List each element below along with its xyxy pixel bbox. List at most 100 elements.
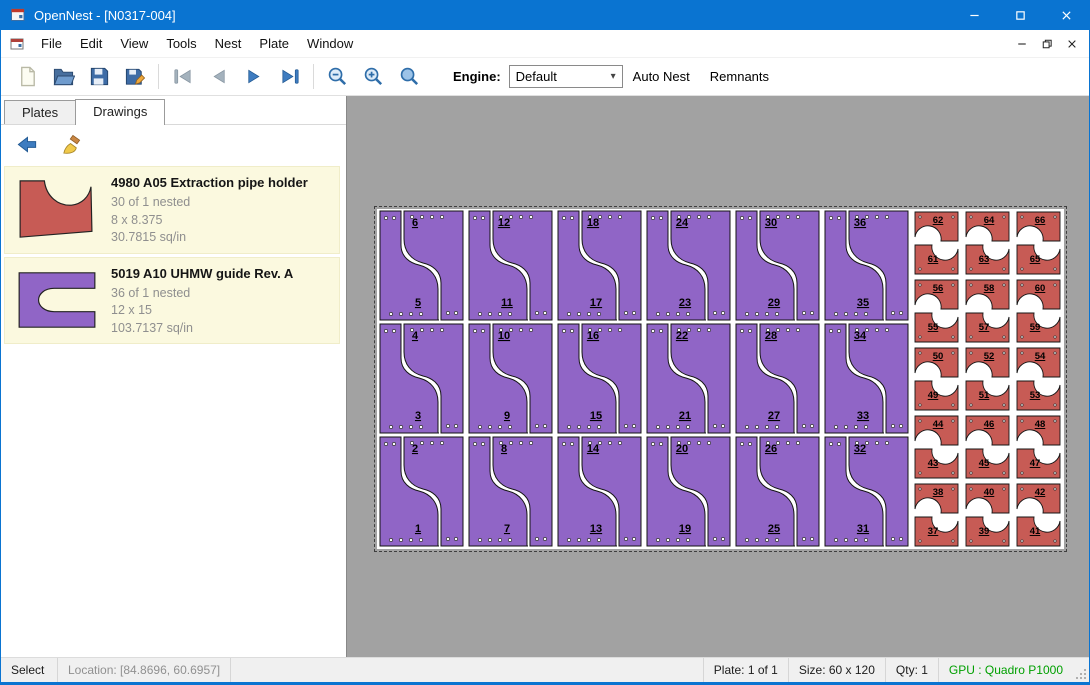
nest-pair-purple[interactable]: 109 (466, 322, 555, 435)
nest-pair-red[interactable]: 6261 (911, 209, 962, 277)
save-button[interactable] (81, 62, 117, 92)
drill-hole (740, 216, 743, 219)
part-number: 51 (979, 390, 990, 401)
nest-pair-red[interactable]: 6463 (962, 209, 1013, 277)
auto-nest-button[interactable]: Auto Nest (633, 69, 690, 84)
new-button[interactable] (9, 62, 45, 92)
drill-hole (952, 420, 954, 422)
drill-hole (786, 328, 789, 331)
nest-pair-purple[interactable]: 3029 (733, 209, 822, 322)
nest-pair-purple[interactable]: 1817 (555, 209, 644, 322)
menu-item-nest[interactable]: Nest (206, 31, 251, 56)
drill-hole (659, 442, 662, 445)
drill-hole (899, 424, 902, 427)
mdi-minimize-button[interactable] (1009, 33, 1034, 55)
minimize-button[interactable] (951, 0, 997, 30)
nest-pair-purple[interactable]: 2827 (733, 322, 822, 435)
nest-pair-purple[interactable]: 43 (377, 322, 466, 435)
nest-pair-purple[interactable]: 1211 (466, 209, 555, 322)
nav-first-button[interactable] (164, 62, 200, 92)
nest-pair-purple[interactable]: 87 (466, 435, 555, 548)
nest-pair-red[interactable]: 4645 (962, 413, 1013, 481)
nest-pair-purple[interactable]: 2221 (644, 322, 733, 435)
tab-drawings[interactable]: Drawings (75, 99, 165, 125)
drill-hole (786, 215, 789, 218)
nest-pair-red[interactable]: 4443 (911, 413, 962, 481)
part-number: 34 (854, 330, 867, 342)
menu-item-window[interactable]: Window (298, 31, 362, 56)
nest-pair-red[interactable]: 6059 (1013, 277, 1064, 345)
open-button[interactable] (45, 62, 81, 92)
drill-hole (829, 442, 832, 445)
menu-item-view[interactable]: View (111, 31, 157, 56)
menu-item-edit[interactable]: Edit (71, 31, 111, 56)
part-number: 43 (928, 458, 939, 469)
nest-pair-red[interactable]: 3837 (911, 481, 962, 549)
zoom-fit-button[interactable] (391, 62, 427, 92)
tab-plates[interactable]: Plates (4, 100, 76, 124)
drill-hole (1054, 472, 1056, 474)
nest-pair-purple[interactable]: 65 (377, 209, 466, 322)
back-button[interactable] (9, 129, 45, 159)
menu-item-file[interactable]: File (32, 31, 71, 56)
drawing-item[interactable]: 5019 A10 UHMW guide Rev. A 36 of 1 neste… (4, 257, 340, 345)
plate[interactable]: 6512111817242330293635431091615222128273… (377, 209, 1064, 549)
part-number: 41 (1030, 526, 1041, 537)
drill-hole (970, 472, 972, 474)
engine-select[interactable]: Default ▾ (509, 65, 623, 88)
nest-pair-purple[interactable]: 21 (377, 435, 466, 548)
part-number: 65 (1030, 254, 1041, 265)
drill-hole (885, 441, 888, 444)
nest-pair-purple[interactable]: 2625 (733, 435, 822, 548)
drill-hole (632, 311, 635, 314)
nest-canvas[interactable]: 6512111817242330293635431091615222128273… (347, 96, 1089, 657)
zoom-out-button[interactable] (319, 62, 355, 92)
title-bar[interactable]: OpenNest - [N0317-004] (1, 0, 1089, 30)
nest-pair-purple[interactable]: 2423 (644, 209, 733, 322)
drill-hole (1003, 404, 1005, 406)
drill-hole (1003, 352, 1005, 354)
nest-pair-purple[interactable]: 2019 (644, 435, 733, 548)
nest-pair-red[interactable]: 4039 (962, 481, 1013, 549)
part-number: 60 (1035, 283, 1046, 294)
nest-pair-red[interactable]: 5655 (911, 277, 962, 345)
save-as-button[interactable] (117, 62, 153, 92)
drill-hole (656, 312, 659, 315)
remnants-button[interactable]: Remnants (710, 69, 769, 84)
broom-icon (60, 133, 83, 156)
nest-pair-purple[interactable]: 1413 (555, 435, 644, 548)
drill-hole (834, 312, 837, 315)
nest-pair-red[interactable]: 4847 (1013, 413, 1064, 481)
mdi-close-button[interactable] (1059, 33, 1084, 55)
nav-last-button[interactable] (272, 62, 308, 92)
drill-hole (952, 352, 954, 354)
nest-pair-purple[interactable]: 1615 (555, 322, 644, 435)
engine-value: Default (516, 69, 557, 84)
close-button[interactable] (1043, 0, 1089, 30)
nest-pair-purple[interactable]: 3231 (822, 435, 911, 548)
drill-hole (713, 424, 716, 427)
nest-pair-red[interactable]: 4241 (1013, 481, 1064, 549)
nest-pair-red[interactable]: 5453 (1013, 345, 1064, 413)
zoom-in-button[interactable] (355, 62, 391, 92)
clean-button[interactable] (53, 129, 89, 159)
part-number: 27 (768, 410, 780, 422)
nest-pair-purple[interactable]: 3635 (822, 209, 911, 322)
drawing-item[interactable]: 4980 A05 Extraction pipe holder 30 of 1 … (4, 166, 340, 254)
menu-item-tools[interactable]: Tools (157, 31, 205, 56)
drill-hole (810, 311, 813, 314)
nest-pair-red[interactable]: 5857 (962, 277, 1013, 345)
nest-pair-red[interactable]: 6665 (1013, 209, 1064, 277)
resize-grip[interactable] (1073, 658, 1089, 682)
drill-hole (446, 424, 449, 427)
menu-item-plate[interactable]: Plate (250, 31, 298, 56)
nest-pair-red[interactable]: 5049 (911, 345, 962, 413)
nav-next-button[interactable] (236, 62, 272, 92)
nav-prev-button[interactable] (200, 62, 236, 92)
nest-pair-red[interactable]: 52 51 (962, 345, 1013, 413)
drill-hole (919, 284, 921, 286)
nest-pair-purple[interactable]: 3433 (822, 322, 911, 435)
maximize-button[interactable] (997, 0, 1043, 30)
part-number: 52 (984, 351, 995, 362)
mdi-restore-button[interactable] (1034, 33, 1059, 55)
